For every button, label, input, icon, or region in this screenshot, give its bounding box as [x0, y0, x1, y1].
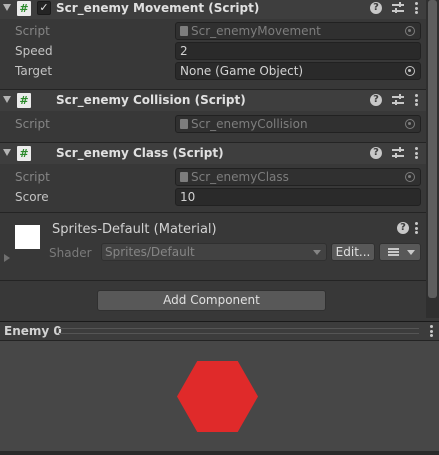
csharp-script-icon: # [17, 146, 31, 161]
property-row-script: Script Scr_enemyCollision [0, 114, 426, 134]
bottom-edge [0, 451, 439, 455]
target-object-field[interactable]: None (Game Object) [175, 62, 421, 80]
preview-header[interactable]: Enemy 0 [0, 321, 439, 341]
preview-area [0, 341, 439, 451]
score-input[interactable]: 10 [175, 188, 421, 206]
help-icon[interactable]: ? [370, 2, 382, 14]
context-menu-icon[interactable] [429, 325, 433, 337]
script-asset-icon [180, 172, 188, 182]
context-menu-icon[interactable] [414, 94, 418, 106]
field-value: Scr_enemyCollision [191, 117, 308, 131]
field-value: Scr_enemyClass [191, 170, 289, 184]
edit-shader-button[interactable]: Edit... [331, 243, 375, 261]
foldout-arrow-icon[interactable] [3, 4, 11, 11]
component-title: Scr_enemy Movement (Script) [56, 1, 260, 15]
context-menu-icon[interactable] [414, 147, 418, 159]
list-icon [388, 248, 399, 256]
property-row-speed: Speed 2 [0, 41, 426, 61]
material-section: Sprites-Default (Material) ? Shader Spri… [0, 213, 426, 271]
object-picker-icon [405, 26, 415, 36]
preview-title: Enemy 0 [4, 324, 62, 338]
material-title: Sprites-Default (Material) [52, 222, 217, 237]
help-icon[interactable]: ? [370, 147, 382, 159]
property-label: Script [15, 117, 50, 131]
foldout-arrow-icon[interactable] [3, 149, 11, 156]
object-picker-icon [405, 119, 415, 129]
context-menu-icon[interactable] [414, 2, 418, 14]
shader-label: Shader [49, 246, 92, 260]
component-header-class[interactable]: # Scr_enemy Class (Script) ? [0, 142, 426, 164]
foldout-arrow-icon[interactable] [3, 96, 11, 103]
presets-icon[interactable] [392, 94, 404, 106]
speed-input[interactable]: 2 [175, 42, 421, 60]
script-asset-icon [180, 119, 188, 129]
csharp-script-icon: # [17, 1, 31, 16]
add-component-button[interactable]: Add Component [97, 290, 326, 311]
component-title: Scr_enemy Collision (Script) [56, 93, 246, 107]
property-row-target: Target None (Game Object) [0, 61, 426, 81]
script-reference-field: Scr_enemyMovement [175, 22, 421, 40]
property-label: Script [15, 24, 50, 38]
enemy-hexagon-sprite [177, 361, 258, 432]
script-reference-field: Scr_enemyClass [175, 168, 421, 186]
property-label: Script [15, 170, 50, 184]
property-label: Speed [15, 44, 53, 58]
property-row-score: Score 10 [0, 187, 426, 207]
context-menu-icon[interactable] [414, 222, 418, 234]
component-title: Scr_enemy Class (Script) [56, 146, 224, 160]
component-header-movement[interactable]: # ✓ Scr_enemy Movement (Script) ? [0, 0, 426, 19]
property-label: Score [15, 190, 49, 204]
chevron-down-icon [313, 250, 321, 255]
property-row-script: Script Scr_enemyClass [0, 167, 426, 187]
field-value: Scr_enemyMovement [191, 24, 321, 38]
component-header-collision[interactable]: # Scr_enemy Collision (Script) ? [0, 89, 426, 111]
presets-icon[interactable] [392, 147, 404, 159]
material-foldout-icon[interactable] [4, 254, 10, 262]
shader-dropdown: Sprites/Default [101, 243, 327, 261]
material-preview-swatch[interactable] [15, 225, 40, 249]
property-label: Target [15, 64, 53, 78]
presets-icon[interactable] [392, 2, 404, 14]
field-value: None (Game Object) [180, 64, 304, 78]
csharp-script-icon: # [17, 93, 31, 108]
inspector-scrollbar-thumb[interactable] [428, 0, 437, 298]
object-picker-icon [405, 172, 415, 182]
chevron-down-icon [407, 250, 415, 255]
property-row-script: Script Scr_enemyMovement [0, 21, 426, 41]
shader-options-button[interactable] [379, 243, 421, 261]
script-reference-field: Scr_enemyCollision [175, 115, 421, 133]
object-picker-icon[interactable] [405, 66, 415, 76]
preview-drag-handle[interactable] [59, 328, 419, 334]
add-component-area: Add Component [0, 280, 426, 318]
help-icon[interactable]: ? [370, 94, 382, 106]
script-asset-icon [180, 26, 188, 36]
help-icon[interactable]: ? [397, 222, 409, 234]
shader-value: Sprites/Default [105, 245, 195, 259]
component-enabled-checkbox[interactable]: ✓ [37, 1, 51, 15]
